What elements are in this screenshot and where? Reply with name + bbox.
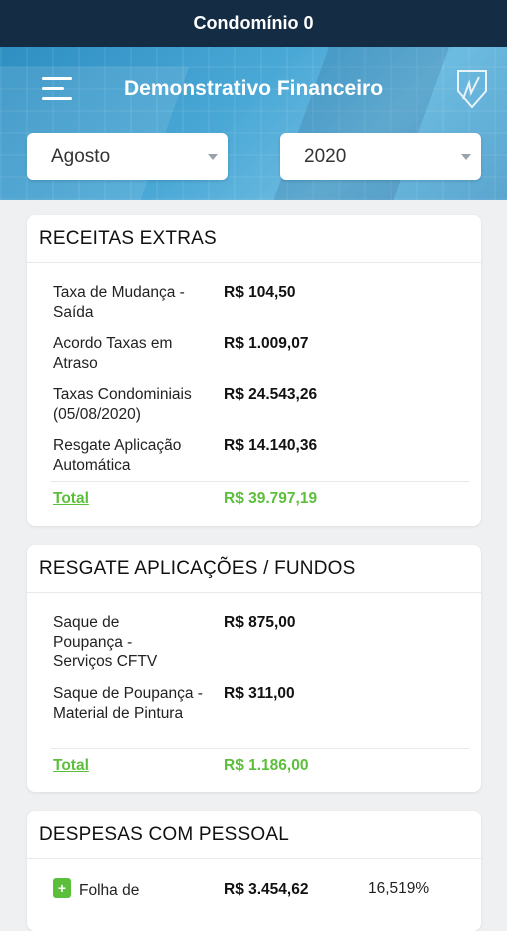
header-banner: Demonstrativo Financeiro Agosto 2020 xyxy=(0,47,507,200)
chevron-down-icon xyxy=(461,154,471,160)
divider xyxy=(51,748,469,749)
section-card-despesas-pessoal: DESPESAS COM PESSOAL + Folha de R$ 3.454… xyxy=(27,811,481,931)
total-value: R$ 39.797,19 xyxy=(224,490,318,507)
plus-icon[interactable]: + xyxy=(53,878,71,898)
item-value: R$ 104,50 xyxy=(224,284,296,301)
section-card-receitas-extras: RECEITAS EXTRAS Taxa de Mudança - Saída … xyxy=(27,215,481,526)
total-link[interactable]: Total xyxy=(53,490,89,508)
section-title: RESGATE APLICAÇÕES / FUNDOS xyxy=(27,545,481,593)
item-value: R$ 3.454,62 xyxy=(224,881,309,898)
item-label: Taxa de Mudança - Saída xyxy=(53,284,185,321)
month-select-value: Agosto xyxy=(51,145,111,167)
total-link[interactable]: Total xyxy=(53,757,89,775)
year-select[interactable]: 2020 xyxy=(280,133,481,180)
item-label: Folha de xyxy=(79,882,140,899)
total-value: R$ 1.186,00 xyxy=(224,757,309,774)
page-title: Demonstrativo Financeiro xyxy=(123,77,384,100)
chevron-down-icon xyxy=(208,154,218,160)
item-value: R$ 1.009,07 xyxy=(224,335,309,352)
condominium-title: Condomínio 0 xyxy=(193,13,314,33)
section-title: DESPESAS COM PESSOAL xyxy=(27,811,481,859)
item-label: Saque de Poupança - Material de Pintura xyxy=(53,685,203,722)
item-label: Saque de Poupança - Serviços CFTV xyxy=(53,614,158,670)
year-select-value: 2020 xyxy=(304,145,347,167)
item-label: Acordo Taxas em Atraso xyxy=(53,335,173,372)
section-title: RECEITAS EXTRAS xyxy=(27,215,481,263)
month-select[interactable]: Agosto xyxy=(27,133,228,180)
item-value: R$ 875,00 xyxy=(224,614,296,631)
item-label: Resgate Aplicação Automática xyxy=(53,437,182,474)
item-value: R$ 14.140,36 xyxy=(224,437,318,454)
section-card-resgate-aplicacoes: RESGATE APLICAÇÕES / FUNDOS Saque de Pou… xyxy=(27,545,481,792)
shield-logo-icon xyxy=(457,70,487,109)
item-value: R$ 311,00 xyxy=(224,685,295,702)
item-label: Taxas Condominiais (05/08/2020) xyxy=(53,386,192,423)
divider xyxy=(51,481,469,482)
item-percent: 16,519% xyxy=(368,880,430,897)
status-bar: Condomínio 0 xyxy=(0,0,507,47)
item-value: R$ 24.543,26 xyxy=(224,386,318,403)
